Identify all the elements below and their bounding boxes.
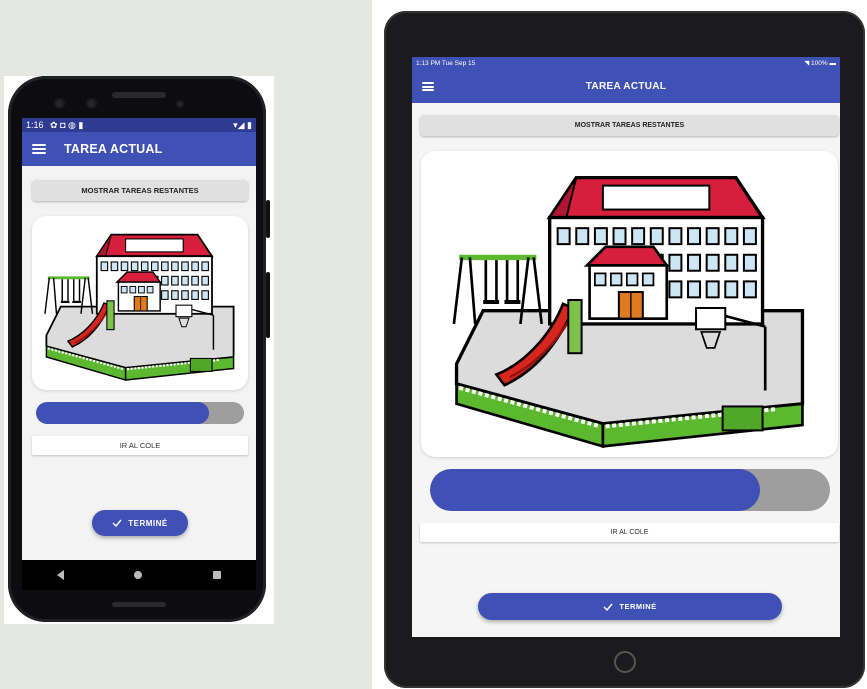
phone-speaker xyxy=(112,602,166,607)
done-button[interactable]: TERMINÉ xyxy=(478,593,782,620)
menu-icon[interactable] xyxy=(422,82,434,91)
tablet-status-bar: 1:13 PM Tue Sep 15 ◥ 100% ▬ xyxy=(412,57,840,69)
check-icon xyxy=(112,519,122,527)
phone-camera-icon xyxy=(54,98,65,109)
phone-volume-button xyxy=(266,272,270,338)
status-wifi-battery-icons: ◥ 100% ▬ xyxy=(804,60,836,67)
back-icon[interactable] xyxy=(57,570,65,580)
status-time: 1:16 xyxy=(26,119,44,130)
task-progress-bar xyxy=(36,402,244,424)
task-image-card xyxy=(421,151,838,457)
task-progress-fill xyxy=(36,402,209,424)
status-time: 1:13 PM Tue Sep 15 xyxy=(416,59,476,67)
status-signal-battery-icons: ▾◢ ▮ xyxy=(233,119,252,130)
show-remaining-tasks-button[interactable]: MOSTRAR TAREAS RESTANTES xyxy=(32,180,248,201)
current-task-label: IR AL COLE xyxy=(32,436,248,455)
phone-sensor-icon xyxy=(86,98,97,109)
phone-app-bar: TAREA ACTUAL xyxy=(22,132,256,166)
phone-device: 1:16 ✿ ◘ ◍ ▮ ▾◢ ▮ TAREA ACTUAL MOSTRAR T… xyxy=(8,76,270,622)
phone-earpiece xyxy=(112,92,166,98)
tablet-app-bar: TAREA ACTUAL xyxy=(412,69,840,103)
current-task-label: IR AL COLE xyxy=(420,523,839,542)
home-icon[interactable] xyxy=(134,571,143,579)
done-button[interactable]: TERMINÉ xyxy=(92,510,188,536)
task-progress-fill xyxy=(430,469,760,511)
phone-screen: 1:16 ✿ ◘ ◍ ▮ ▾◢ ▮ TAREA ACTUAL MOSTRAR T… xyxy=(22,118,256,590)
menu-icon[interactable] xyxy=(32,144,46,154)
done-button-label: TERMINÉ xyxy=(619,602,657,611)
page-title: TAREA ACTUAL xyxy=(64,142,163,156)
phone-front-camera-icon xyxy=(176,100,184,108)
tablet-device: 1:13 PM Tue Sep 15 ◥ 100% ▬ TAREA ACTUAL… xyxy=(384,11,865,688)
school-illustration xyxy=(32,216,248,390)
task-progress-bar xyxy=(430,469,830,511)
status-notification-icons: ✿ ◘ ◍ ▮ xyxy=(50,119,84,130)
home-button-icon[interactable] xyxy=(614,651,636,673)
android-nav-bar xyxy=(22,560,256,590)
recents-icon[interactable] xyxy=(212,571,221,579)
school-illustration xyxy=(421,151,838,457)
page-title: TAREA ACTUAL xyxy=(585,80,667,92)
phone-status-bar: 1:16 ✿ ◘ ◍ ▮ ▾◢ ▮ xyxy=(22,118,256,132)
phone-power-button xyxy=(266,200,270,238)
show-remaining-tasks-button[interactable]: MOSTRAR TAREAS RESTANTES xyxy=(420,115,839,136)
task-image-card xyxy=(32,216,248,390)
tablet-screen: 1:13 PM Tue Sep 15 ◥ 100% ▬ TAREA ACTUAL… xyxy=(412,57,840,637)
check-icon xyxy=(603,603,613,611)
done-button-label: TERMINÉ xyxy=(128,518,168,528)
